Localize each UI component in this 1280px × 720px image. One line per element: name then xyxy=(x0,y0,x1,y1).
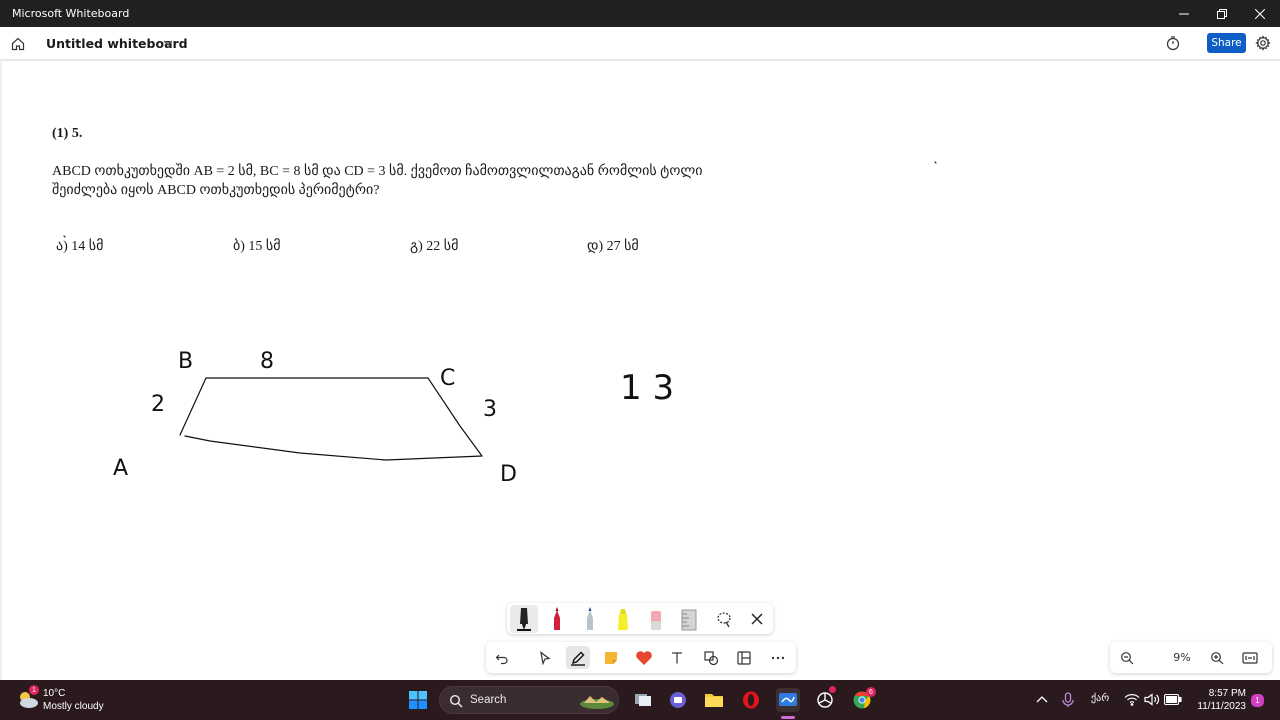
ruler-icon[interactable] xyxy=(677,606,701,632)
close-window-button[interactable] xyxy=(1241,0,1279,27)
label-8[interactable]: 8 xyxy=(260,349,274,374)
lasso-select-icon[interactable] xyxy=(712,606,736,632)
sticky-note-icon xyxy=(605,651,617,664)
share-button[interactable]: Share xyxy=(1207,33,1246,53)
red-pen-icon[interactable] xyxy=(545,606,569,632)
start-button[interactable] xyxy=(406,688,430,712)
text-icon xyxy=(672,651,682,663)
fit-to-screen-button[interactable] xyxy=(1241,649,1259,667)
cursor-icon xyxy=(540,650,551,665)
openai-icon xyxy=(817,692,833,708)
stray-dot-stroke xyxy=(934,161,937,164)
microphone-icon[interactable] xyxy=(1062,692,1074,708)
chevron-up-icon[interactable] xyxy=(1036,694,1048,704)
restore-button[interactable] xyxy=(1203,0,1241,27)
taskbar: 1 10°C Mostly cloudy Search 6 ქარ 8:57 P… xyxy=(0,680,1280,720)
home-button[interactable] xyxy=(8,34,28,54)
label-b[interactable]: B xyxy=(178,349,193,374)
close-pen-tray-icon[interactable] xyxy=(745,606,769,632)
folder-icon xyxy=(705,694,723,707)
label-a[interactable]: A xyxy=(113,456,128,481)
title-bar: Microsoft Whiteboard xyxy=(0,0,1280,27)
wifi-icon[interactable] xyxy=(1124,693,1140,706)
search-label: Search xyxy=(470,694,507,706)
fit-to-screen-icon xyxy=(1242,652,1258,664)
opera-icon xyxy=(743,691,759,709)
trapezoid-ink-stroke[interactable] xyxy=(179,377,483,461)
note-13[interactable]: 1 3 xyxy=(620,368,674,408)
pen-tray xyxy=(507,603,773,634)
pen-dot-stroke xyxy=(63,235,66,238)
file-explorer-button[interactable] xyxy=(702,688,726,712)
zoom-in-icon xyxy=(1211,652,1224,665)
pen-icon xyxy=(571,651,585,666)
windows-start-icon xyxy=(409,691,427,709)
templates-button[interactable] xyxy=(732,646,756,669)
search-highlight-icon xyxy=(580,696,614,709)
label-2[interactable]: 2 xyxy=(151,392,165,417)
reactions-button[interactable] xyxy=(632,646,656,669)
notification-badge[interactable]: 1 xyxy=(1251,694,1264,707)
zoom-level[interactable]: 9% xyxy=(1160,651,1204,664)
label-3[interactable]: 3 xyxy=(483,397,497,422)
undo-icon xyxy=(495,654,508,664)
search-icon xyxy=(449,694,463,708)
weather-badge: 1 xyxy=(29,685,39,695)
clock-time: 8:57 PM xyxy=(1208,688,1246,699)
blue-pen-icon[interactable] xyxy=(578,606,602,632)
system-clock[interactable]: 8:57 PM 11/11/2023 xyxy=(1190,687,1246,713)
select-tool-button[interactable] xyxy=(533,646,557,669)
whiteboard-app-icon xyxy=(779,693,797,706)
label-d[interactable]: D xyxy=(500,462,517,487)
templates-icon xyxy=(737,650,751,665)
sticky-note-button[interactable] xyxy=(599,646,623,669)
opera-button[interactable] xyxy=(739,688,763,712)
home-icon xyxy=(11,37,25,51)
teams-button[interactable] xyxy=(666,688,690,712)
restore-icon xyxy=(1217,8,1227,19)
task-view-icon xyxy=(635,694,651,706)
zoom-panel: 9% xyxy=(1110,642,1272,673)
text-tool-button[interactable] xyxy=(665,646,689,669)
heart-icon xyxy=(636,650,652,665)
chatgpt-badge xyxy=(829,686,836,693)
task-view-button[interactable] xyxy=(631,688,655,712)
search-box[interactable]: Search xyxy=(439,686,619,714)
shapes-icon xyxy=(704,650,719,665)
inking-tool-button[interactable] xyxy=(566,646,590,669)
teams-chat-icon xyxy=(670,692,686,708)
more-icon xyxy=(771,656,785,659)
timer-icon[interactable] xyxy=(1165,35,1181,51)
gear-icon[interactable] xyxy=(1255,35,1271,51)
whiteboard-canvas[interactable]: (1) 5. ABCD ოთხკუთხედში AB = 2 სმ, BC = … xyxy=(0,61,1280,680)
chrome-badge: 6 xyxy=(866,687,876,697)
highlighter-icon[interactable] xyxy=(611,606,635,632)
label-c[interactable]: C xyxy=(440,366,455,391)
app-title: Microsoft Whiteboard xyxy=(12,7,130,20)
close-icon xyxy=(1255,8,1265,19)
zoom-out-button[interactable] xyxy=(1118,649,1136,667)
active-app-indicator xyxy=(781,716,795,719)
black-pen-icon[interactable] xyxy=(512,606,536,632)
zoom-out-icon xyxy=(1121,652,1134,665)
battery-icon[interactable] xyxy=(1164,694,1182,705)
handwritten-labels: B 8 C 2 3 A D 1 3 xyxy=(113,349,674,487)
shapes-button[interactable] xyxy=(699,646,723,669)
weather-condition[interactable]: Mostly cloudy xyxy=(43,701,104,712)
temperature[interactable]: 10°C xyxy=(43,688,65,699)
app-header: Untitled whiteboard Share xyxy=(0,27,1280,60)
clock-date: 11/11/2023 xyxy=(1197,701,1246,712)
chevron-down-icon[interactable] xyxy=(162,37,174,49)
more-button[interactable] xyxy=(766,646,790,669)
minimize-icon xyxy=(1179,13,1189,14)
eraser-icon[interactable] xyxy=(644,606,668,632)
volume-icon[interactable] xyxy=(1144,693,1160,706)
input-language[interactable]: ქარ xyxy=(1091,693,1109,704)
whiteboard-app-button[interactable] xyxy=(776,688,800,712)
minimize-button[interactable] xyxy=(1165,0,1203,27)
undo-button[interactable] xyxy=(490,646,514,669)
create-toolbar xyxy=(486,642,796,673)
zoom-in-button[interactable] xyxy=(1208,649,1226,667)
ink-layer: B 8 C 2 3 A D 1 3 xyxy=(63,161,937,487)
